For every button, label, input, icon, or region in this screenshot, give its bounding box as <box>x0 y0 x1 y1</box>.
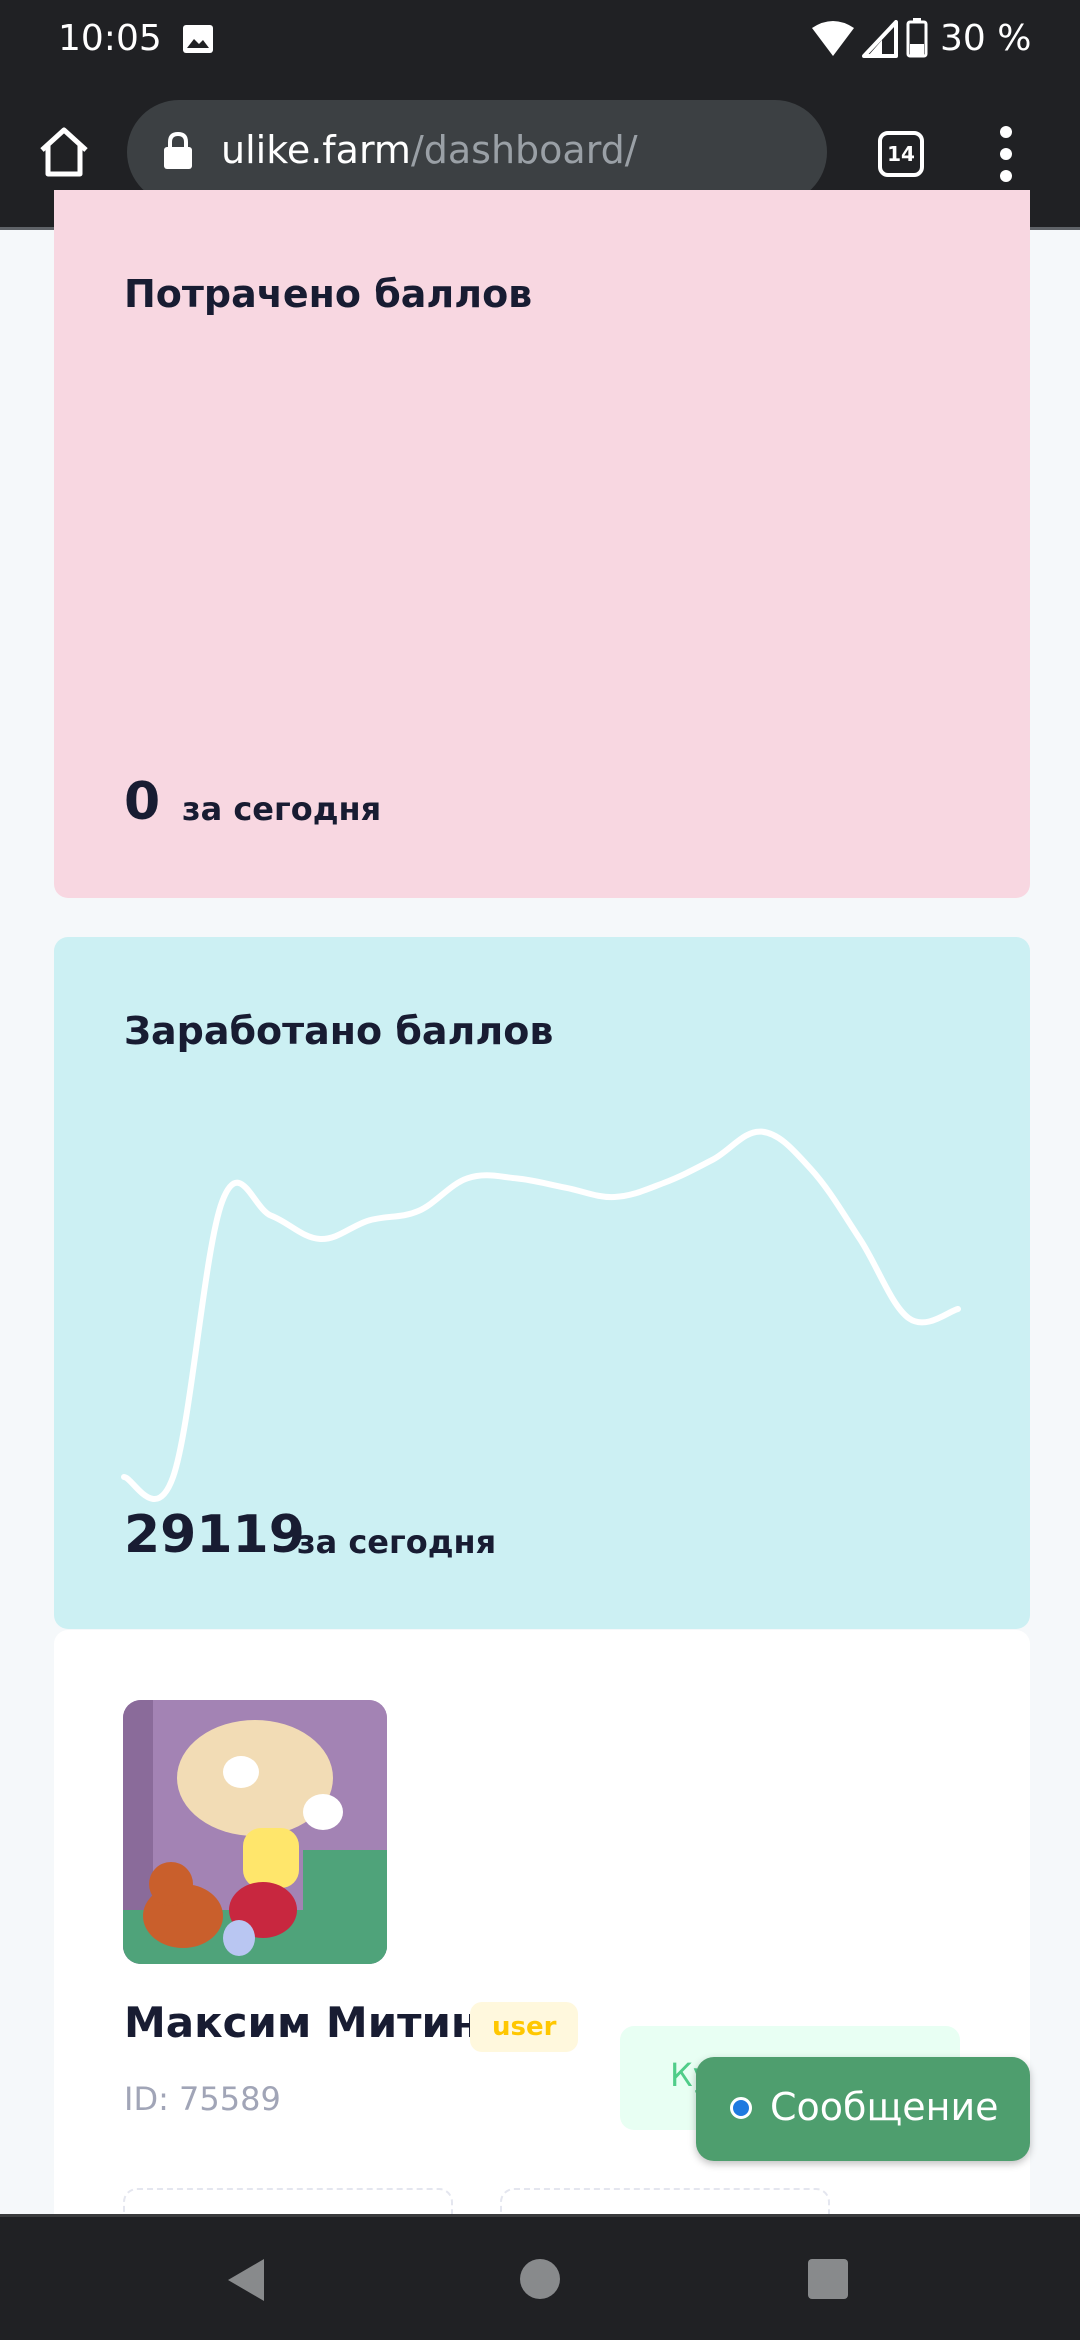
spent-suffix: за сегодня <box>182 790 382 828</box>
spent-card-title: Потрачено баллов <box>124 272 533 316</box>
lock-icon <box>164 132 192 169</box>
avatar-cartoon-image <box>123 1700 387 1964</box>
online-status-icon <box>730 2097 752 2119</box>
status-time: 10:05 <box>58 18 162 59</box>
cellular-signal-icon <box>862 20 898 58</box>
system-nav-bar <box>0 2214 1080 2340</box>
earned-value: 29119 <box>124 1505 305 1565</box>
back-icon[interactable] <box>224 2257 270 2303</box>
url-text: ulike.farm/dashboard/ <box>221 128 638 172</box>
home-icon[interactable] <box>36 124 92 180</box>
tab-switcher-button[interactable]: 14 <box>878 131 924 177</box>
spent-value: 0 <box>124 772 161 832</box>
url-path: /dashboard/ <box>410 128 638 172</box>
role-badge: user <box>470 2002 579 2052</box>
status-bar: 10:05 30 % <box>0 0 1080 80</box>
user-id: ID: 75589 <box>124 2080 281 2118</box>
battery-percent: 30 % <box>940 18 1032 59</box>
chart-line-series <box>121 1128 961 1502</box>
message-button[interactable]: Сообщение <box>696 2057 1030 2161</box>
image-icon <box>183 25 213 53</box>
earned-suffix: за сегодня <box>297 1523 497 1561</box>
home-circle-icon[interactable] <box>520 2259 560 2299</box>
spent-points-card: Потрачено баллов 0 за сегодня <box>54 190 1030 898</box>
battery-icon <box>906 18 928 58</box>
avatar <box>123 1700 387 1964</box>
message-button-label: Сообщение <box>770 2085 999 2129</box>
earned-points-card: Заработано баллов 29119 за сегодня <box>54 937 1030 1629</box>
address-bar[interactable]: ulike.farm/dashboard/ <box>127 100 827 204</box>
user-name: Максим Митин <box>124 1998 480 2047</box>
url-domain: ulike.farm <box>221 128 411 172</box>
more-vert-icon[interactable] <box>990 124 1022 184</box>
recents-square-icon[interactable] <box>808 2259 848 2299</box>
wifi-icon <box>812 21 854 56</box>
